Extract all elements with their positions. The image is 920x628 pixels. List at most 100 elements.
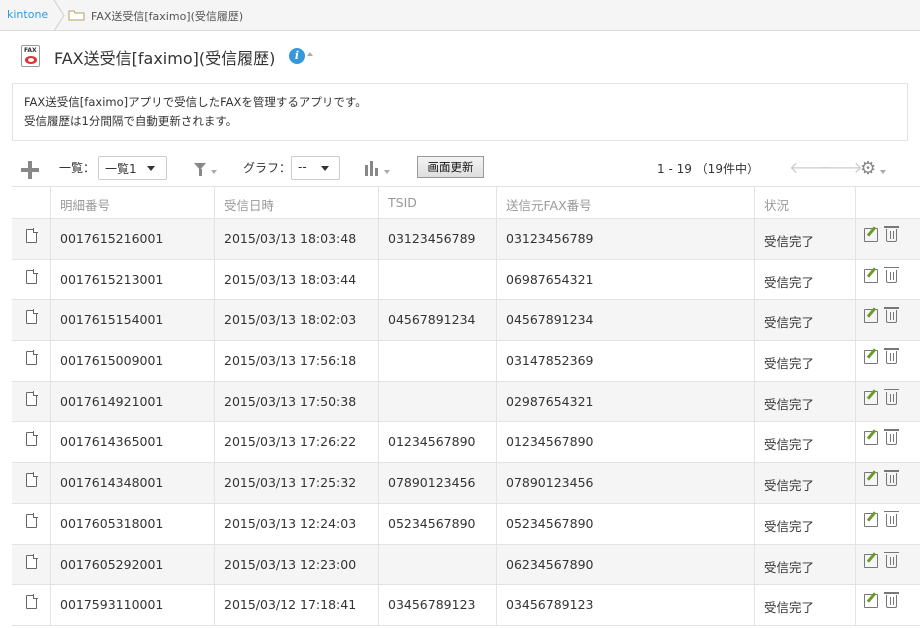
cell-id: 0017615154001 <box>50 300 214 341</box>
info-icon[interactable]: i <box>289 48 305 64</box>
header-status[interactable]: 状況 <box>754 187 855 219</box>
edit-icon[interactable] <box>864 594 878 609</box>
table-header: 明細番号 受信日時 TSID 送信元FAX番号 状況 <box>12 186 920 219</box>
document-icon[interactable] <box>26 390 38 406</box>
cell-id: 0017614348001 <box>50 463 214 503</box>
refresh-button[interactable]: 画面更新 <box>417 156 484 178</box>
app-description: FAX送受信[faximo]アプリで受信したFAXを管理するアプリです。 受信履… <box>12 83 908 141</box>
document-icon[interactable] <box>26 431 38 447</box>
document-icon[interactable] <box>26 309 38 325</box>
table-row[interactable]: 0017614365001 2015/03/13 17:26:22 01234567… <box>12 422 920 464</box>
chevron-down-icon <box>147 166 155 171</box>
cell-datetime: 2015/03/13 17:25:32 <box>214 463 378 503</box>
filter-caret-icon <box>211 170 217 174</box>
cell-datetime: 2015/03/13 12:23:00 <box>214 544 378 585</box>
cell-detail <box>12 463 50 503</box>
cell-status: 受信完了 <box>754 544 855 585</box>
edit-icon[interactable] <box>864 350 878 365</box>
header-actions <box>855 187 920 219</box>
document-icon[interactable] <box>26 512 38 528</box>
edit-icon[interactable] <box>864 268 878 283</box>
breadcrumb-separator-icon <box>53 0 65 31</box>
cell-from-fax: 06234567890 <box>496 544 754 585</box>
document-icon[interactable] <box>26 268 38 284</box>
document-icon[interactable] <box>26 472 38 488</box>
cell-tsid: 03123456789 <box>378 219 496 259</box>
cell-datetime: 2015/03/13 17:50:38 <box>214 381 378 422</box>
cell-detail <box>12 219 50 259</box>
document-icon[interactable] <box>26 350 38 366</box>
document-icon[interactable] <box>26 228 38 243</box>
header-id[interactable]: 明細番号 <box>50 187 214 219</box>
cell-tsid <box>378 381 496 422</box>
trash-icon[interactable] <box>884 429 899 446</box>
edit-icon[interactable] <box>864 431 878 446</box>
breadcrumb-app-link[interactable]: FAX送受信[faximo](受信履歴) <box>91 8 243 24</box>
header-tsid[interactable]: TSID <box>378 187 496 219</box>
cell-from-fax: 01234567890 <box>496 422 754 463</box>
trash-icon[interactable] <box>884 266 899 283</box>
trash-icon[interactable] <box>884 510 899 527</box>
edit-icon[interactable] <box>864 512 878 527</box>
cell-from-fax: 03456789123 <box>496 585 754 625</box>
trash-icon[interactable] <box>884 226 899 242</box>
header-datetime[interactable]: 受信日時 <box>214 187 378 219</box>
view-select[interactable]: 一覧1 <box>98 156 167 180</box>
edit-icon[interactable] <box>864 228 878 242</box>
gear-icon[interactable]: ⚙ <box>860 160 876 178</box>
page-title: FAX送受信[faximo](受信履歴) <box>54 49 276 68</box>
folder-icon <box>68 10 85 21</box>
edit-icon[interactable] <box>864 309 878 324</box>
graph-select[interactable]: -- <box>291 156 340 180</box>
cell-status: 受信完了 <box>754 585 855 625</box>
filter-icon[interactable] <box>194 163 206 176</box>
cell-status: 受信完了 <box>754 341 855 381</box>
trash-icon[interactable] <box>884 348 899 365</box>
cell-from-fax: 02987654321 <box>496 381 754 422</box>
table-row[interactable]: 0017605292001 2015/03/13 12:23:00 06234567… <box>12 544 920 586</box>
arrow-right-icon[interactable]: 🡒 <box>820 160 863 176</box>
table-body: 0017615216001 2015/03/13 18:03:48 03123456… <box>12 219 920 626</box>
edit-icon[interactable] <box>864 390 878 405</box>
cell-datetime: 2015/03/13 12:24:03 <box>214 503 378 544</box>
header-from-fax[interactable]: 送信元FAX番号 <box>496 187 754 219</box>
cell-tsid: 01234567890 <box>378 422 496 463</box>
cell-detail <box>12 341 50 381</box>
breadcrumb-home-link[interactable]: kintone <box>7 8 48 21</box>
table-row[interactable]: 0017615009001 2015/03/13 17:56:18 03147852… <box>12 341 920 382</box>
cell-id: 0017605318001 <box>50 503 214 544</box>
bar-chart-icon[interactable] <box>365 161 381 176</box>
cell-tsid: 05234567890 <box>378 503 496 544</box>
view-select-value: 一覧1 <box>105 162 137 176</box>
trash-icon[interactable] <box>884 551 899 568</box>
view-label: 一覧： <box>59 161 96 175</box>
cell-tsid <box>378 259 496 300</box>
edit-icon[interactable] <box>864 553 878 568</box>
fax-app-icon-mark-inner <box>28 58 34 62</box>
cell-from-fax: 03123456789 <box>496 219 754 259</box>
edit-icon[interactable] <box>864 472 878 487</box>
cell-status: 受信完了 <box>754 381 855 422</box>
trash-icon[interactable] <box>884 470 899 487</box>
table-row[interactable]: 0017614348001 2015/03/13 17:25:32 07890123… <box>12 463 920 504</box>
document-icon[interactable] <box>26 594 38 610</box>
trash-icon[interactable] <box>884 307 899 324</box>
cell-status: 受信完了 <box>754 503 855 544</box>
graph-select-value: -- <box>298 160 307 174</box>
table-row[interactable]: 0017593110001 2015/03/12 17:18:41 03456789… <box>12 585 920 626</box>
cell-status: 受信完了 <box>754 463 855 503</box>
add-record-button[interactable] <box>21 161 39 179</box>
table-row[interactable]: 0017615216001 2015/03/13 18:03:48 03123456… <box>12 219 920 260</box>
document-icon[interactable] <box>26 553 38 569</box>
table-row[interactable]: 0017605318001 2015/03/13 12:24:03 05234567… <box>12 503 920 545</box>
trash-icon[interactable] <box>884 592 899 609</box>
table-row[interactable]: 0017615154001 2015/03/13 18:02:03 04567891… <box>12 300 920 342</box>
collapse-caret-icon[interactable] <box>307 52 313 56</box>
trash-icon[interactable] <box>884 388 899 405</box>
cell-tsid <box>378 341 496 381</box>
table-row[interactable]: 0017614921001 2015/03/13 17:50:38 02987654… <box>12 381 920 423</box>
cell-detail <box>12 545 50 585</box>
cell-detail <box>12 382 50 422</box>
table-row[interactable]: 0017615213001 2015/03/13 18:03:44 06987654… <box>12 259 920 301</box>
cell-status: 受信完了 <box>754 300 855 341</box>
